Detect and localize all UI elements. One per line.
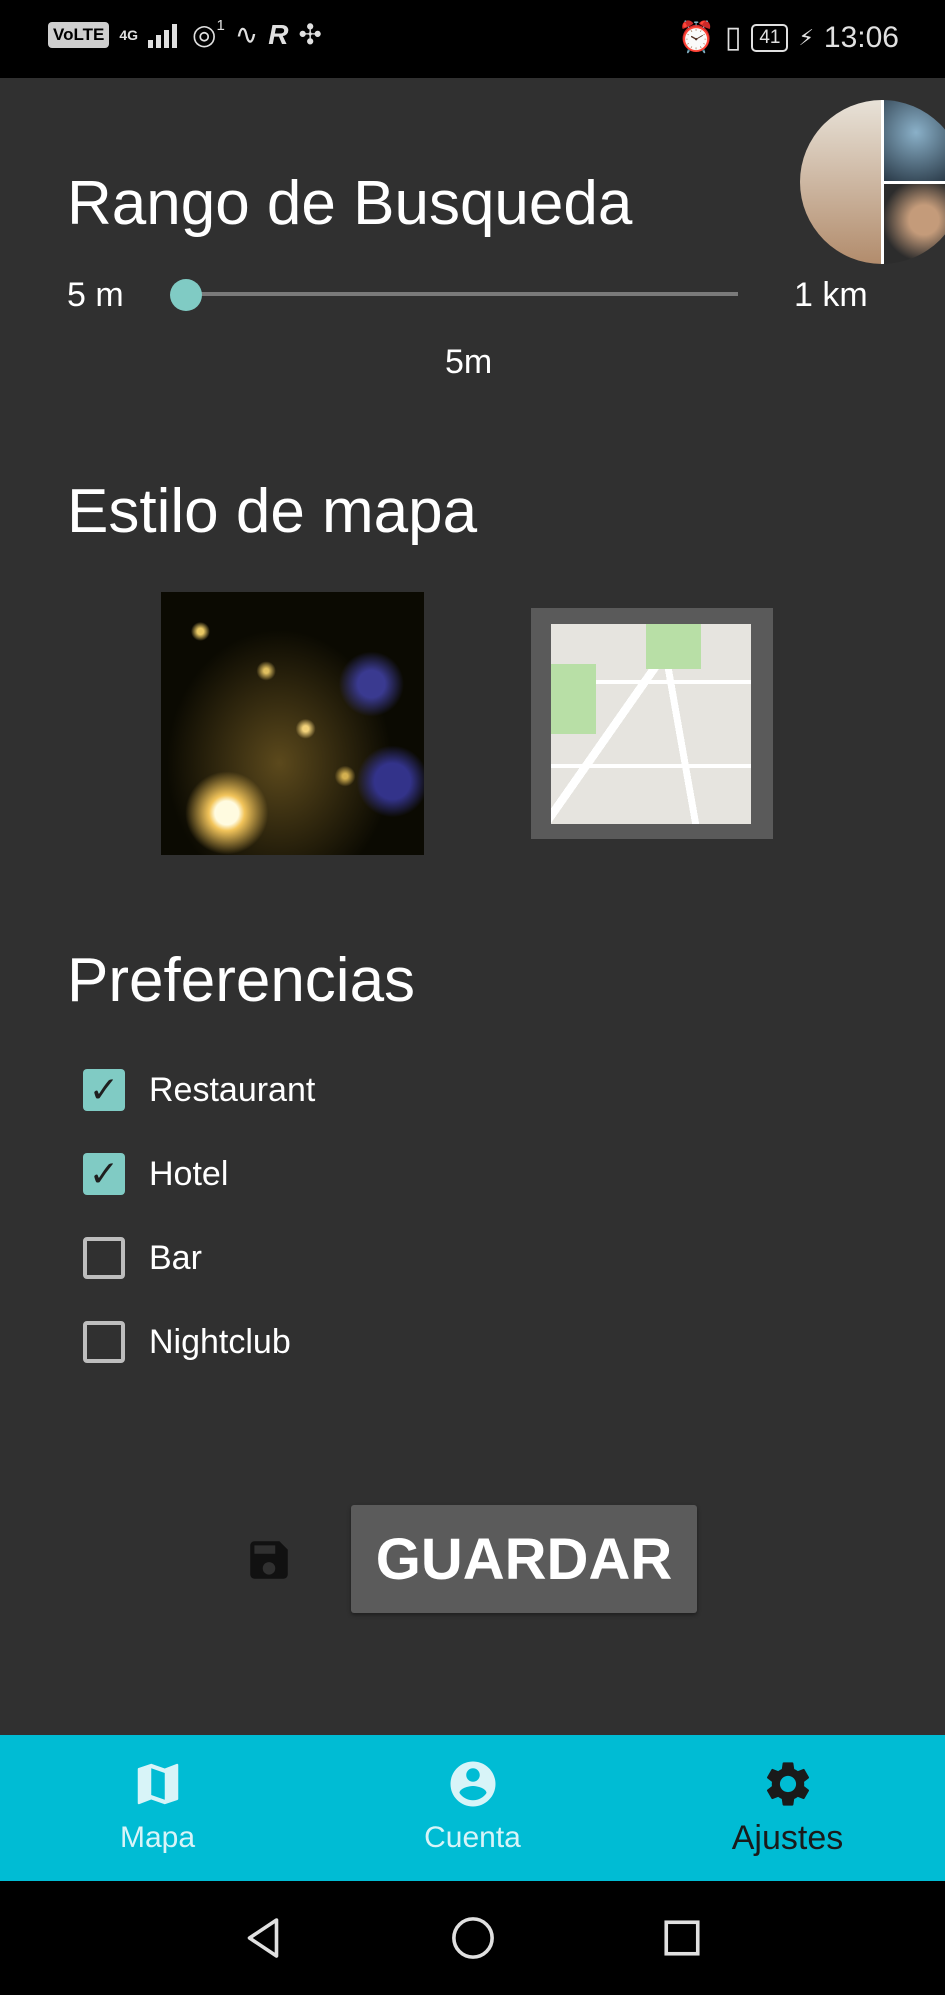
activity-icon: ∿: [234, 19, 259, 50]
preference-bar[interactable]: Bar: [83, 1237, 202, 1279]
range-value: 5m: [445, 343, 493, 381]
nav-label-ajustes: Ajustes: [731, 1819, 844, 1857]
avatar-photo-right: [880, 100, 945, 264]
preferences-title: Preferencias: [67, 946, 416, 1015]
avatar-photo-left: [800, 100, 881, 264]
volte-badge: VoLTE: [48, 21, 110, 48]
home-icon[interactable]: [446, 1911, 500, 1965]
night-map-option[interactable]: [161, 592, 424, 855]
hotel-checkbox[interactable]: ✓: [83, 1153, 125, 1195]
recents-icon[interactable]: [655, 1911, 709, 1965]
hotel-label: Hotel: [149, 1154, 229, 1193]
map-style-title: Estilo de mapa: [67, 477, 478, 546]
bottom-nav: Mapa Cuenta Ajustes: [0, 1735, 945, 1881]
nav-item-cuenta[interactable]: Cuenta: [315, 1735, 630, 1881]
bar-label: Bar: [149, 1238, 202, 1277]
restaurant-label: Restaurant: [149, 1070, 316, 1109]
pinwheel-icon: ✣: [298, 19, 322, 50]
gear-icon: [766, 1762, 809, 1806]
floppy-disk-icon[interactable]: [244, 1535, 294, 1585]
save-button[interactable]: GUARDAR: [351, 1505, 697, 1613]
sim-index: 1: [216, 17, 225, 34]
preference-nightclub[interactable]: Nightclub: [83, 1321, 291, 1363]
range-slider-thumb[interactable]: [170, 279, 202, 311]
nightclub-label: Nightclub: [149, 1322, 291, 1361]
hotspot-icon: ◎: [192, 19, 217, 50]
vibrate-icon: ▯: [724, 21, 742, 54]
restaurant-checkbox[interactable]: ✓: [83, 1069, 125, 1111]
nav-item-mapa[interactable]: Mapa: [0, 1735, 315, 1881]
map-icon: [137, 1763, 178, 1805]
nav-item-ajustes[interactable]: Ajustes: [630, 1735, 945, 1881]
battery-indicator: 41: [751, 23, 789, 52]
standard-map-thumbnail: [551, 624, 751, 824]
app-r-icon: R: [268, 18, 289, 50]
range-title: Rango de Busqueda: [67, 169, 633, 238]
check-icon: ✓: [88, 1153, 120, 1194]
nav-label-cuenta: Cuenta: [424, 1821, 521, 1854]
nightclub-checkbox[interactable]: [83, 1321, 125, 1363]
preference-hotel[interactable]: ✓ Hotel: [83, 1153, 228, 1195]
bar-checkbox[interactable]: [83, 1237, 125, 1279]
range-slider-track[interactable]: [186, 292, 738, 296]
signal-icon: [148, 23, 177, 48]
range-max-label: 1 km: [794, 276, 868, 314]
status-bar: VoLTE 4G ◎ 1 ∿ R ✣ ⏰ ▯ 41 ⚡ 13:06: [0, 0, 945, 78]
standard-map-option[interactable]: [531, 608, 773, 839]
system-nav-bar: [0, 1881, 945, 1995]
avatar[interactable]: [800, 100, 945, 264]
range-min-label: 5 m: [67, 276, 124, 314]
charging-icon: ⚡: [798, 24, 814, 50]
back-icon[interactable]: [236, 1911, 290, 1965]
preference-restaurant[interactable]: ✓ Restaurant: [83, 1069, 315, 1111]
status-left: VoLTE 4G ◎ 1 ∿ R ✣: [48, 17, 322, 51]
status-right: ⏰ ▯ 41 ⚡ 13:06: [677, 20, 899, 55]
nav-label-mapa: Mapa: [119, 1821, 196, 1854]
clock: 13:06: [823, 20, 899, 54]
network-type: 4G: [119, 26, 138, 43]
check-icon: ✓: [88, 1069, 120, 1110]
alarm-icon: ⏰: [677, 21, 715, 54]
account-circle-icon: [450, 1761, 495, 1807]
